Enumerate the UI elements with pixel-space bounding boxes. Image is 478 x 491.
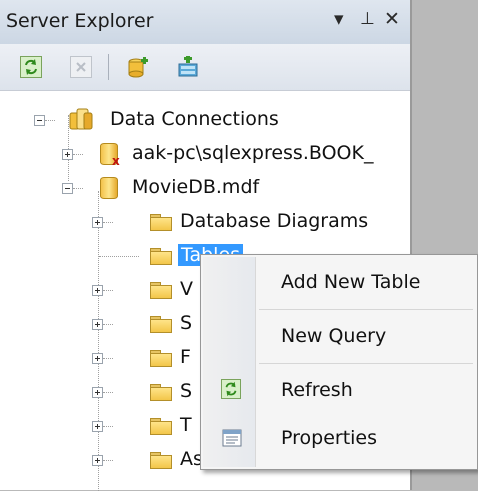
expand-toggle[interactable] bbox=[92, 319, 103, 330]
expand-toggle[interactable] bbox=[92, 387, 103, 398]
menu-separator bbox=[259, 363, 473, 364]
tree-node-connection-moviedb[interactable]: MovieDB.mdf bbox=[0, 171, 410, 205]
tree-node-label: F bbox=[180, 346, 191, 368]
auto-hide-pin-icon[interactable]: ⊥ bbox=[360, 9, 375, 29]
panel-title-bar: Server Explorer ▾ ⊥ ✕ bbox=[0, 0, 410, 44]
data-connections-icon bbox=[68, 107, 94, 133]
context-menu: Add New Table New Query Refresh Properti… bbox=[200, 254, 478, 470]
disconnected-x-icon: x bbox=[112, 154, 120, 168]
expand-toggle[interactable] bbox=[92, 217, 103, 228]
window-position-dropdown-icon[interactable]: ▾ bbox=[334, 8, 344, 30]
panel-toolbar bbox=[0, 44, 410, 91]
tree-line bbox=[103, 460, 113, 461]
tree-node-label: MovieDB.mdf bbox=[132, 176, 260, 198]
tree-line bbox=[103, 290, 113, 291]
tree-node-label: Data Connections bbox=[110, 108, 279, 130]
menu-item-add-new-table[interactable]: Add New Table bbox=[203, 259, 475, 305]
expand-toggle[interactable] bbox=[92, 455, 103, 466]
close-icon[interactable]: ✕ bbox=[384, 8, 400, 30]
tree-line bbox=[99, 256, 139, 257]
panel-title: Server Explorer bbox=[6, 10, 154, 32]
tree-line bbox=[103, 324, 113, 325]
tree-node-label: aak-pc\sqlexpress.BOOK_ bbox=[132, 142, 374, 164]
folder-icon bbox=[150, 214, 172, 231]
menu-separator bbox=[259, 309, 473, 310]
tree-node-data-connections[interactable]: Data Connections bbox=[0, 103, 410, 137]
folder-icon bbox=[150, 384, 172, 401]
tree-node-connection[interactable]: x aak-pc\sqlexpress.BOOK_ bbox=[0, 137, 410, 171]
tree-node-database-diagrams[interactable]: Database Diagrams bbox=[0, 205, 410, 239]
menu-item-label: Refresh bbox=[281, 379, 353, 401]
tree-line bbox=[103, 392, 113, 393]
folder-icon bbox=[150, 452, 172, 469]
folder-icon bbox=[150, 316, 172, 333]
tree-node-label: Database Diagrams bbox=[180, 210, 369, 232]
folder-icon bbox=[150, 350, 172, 367]
tree-line bbox=[73, 154, 83, 155]
expand-toggle[interactable] bbox=[62, 149, 73, 160]
expand-toggle[interactable] bbox=[92, 285, 103, 296]
collapse-toggle[interactable] bbox=[62, 183, 73, 194]
menu-item-new-query[interactable]: New Query bbox=[203, 313, 475, 359]
menu-item-properties[interactable]: Properties bbox=[203, 415, 475, 461]
menu-item-label: New Query bbox=[281, 325, 387, 347]
tree-node-label: S bbox=[180, 312, 193, 334]
tree-line bbox=[103, 426, 113, 427]
tree-node-label: S bbox=[180, 380, 193, 402]
menu-item-label: Add New Table bbox=[281, 271, 421, 293]
collapse-toggle[interactable] bbox=[34, 115, 45, 126]
tree-node-label: V bbox=[180, 278, 193, 300]
tree-node-label: T bbox=[180, 414, 192, 436]
refresh-icon bbox=[221, 379, 241, 399]
expand-toggle[interactable] bbox=[92, 421, 103, 432]
tree-line bbox=[73, 188, 83, 189]
folder-icon bbox=[150, 282, 172, 299]
expand-toggle[interactable] bbox=[92, 353, 103, 364]
menu-item-label: Properties bbox=[281, 427, 378, 449]
connect-to-server-icon[interactable] bbox=[176, 56, 198, 78]
folder-icon bbox=[150, 418, 172, 435]
menu-item-refresh[interactable]: Refresh bbox=[203, 367, 475, 413]
folder-icon bbox=[150, 248, 172, 265]
database-icon bbox=[100, 175, 118, 199]
toolbar-separator bbox=[108, 54, 109, 80]
tree-line bbox=[103, 222, 113, 223]
refresh-icon[interactable] bbox=[20, 56, 42, 78]
stop-icon[interactable] bbox=[70, 56, 92, 78]
properties-icon bbox=[221, 427, 242, 447]
tree-line bbox=[45, 120, 55, 121]
connect-to-database-icon[interactable] bbox=[126, 56, 148, 78]
tree-line bbox=[103, 358, 113, 359]
